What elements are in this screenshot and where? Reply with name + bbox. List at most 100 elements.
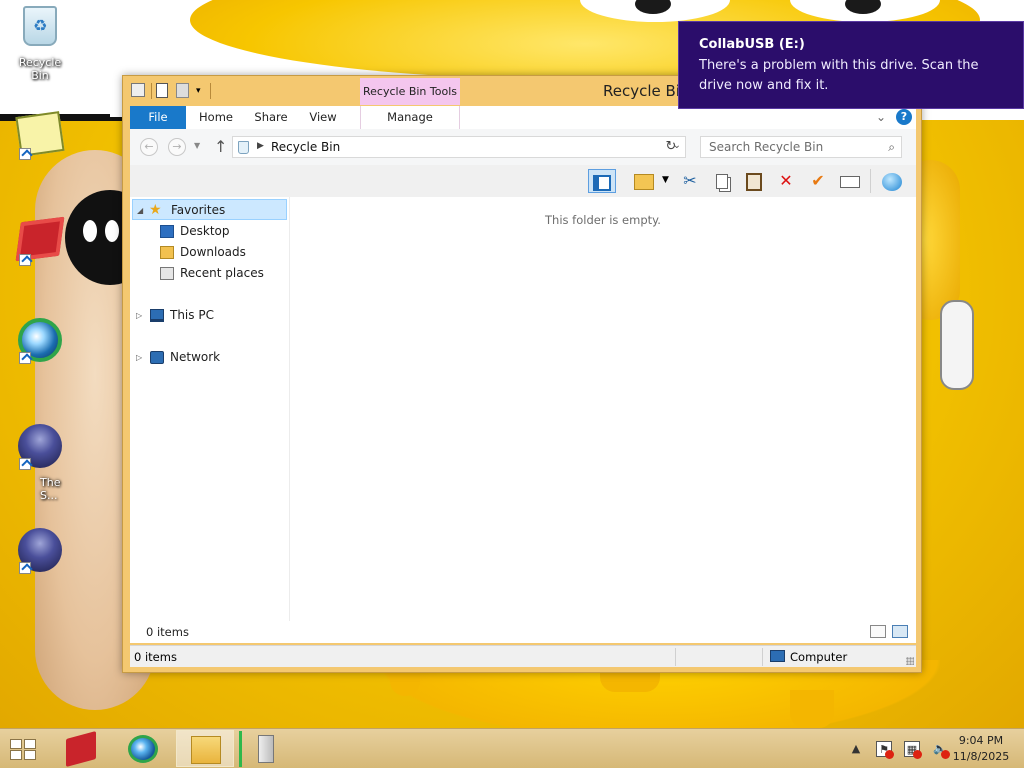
back-button[interactable]: ←: [140, 138, 158, 156]
tab-share[interactable]: Share: [248, 106, 294, 129]
notification-message: There's a problem with this drive. Scan …: [699, 58, 979, 93]
item-count: 0 items: [146, 625, 189, 639]
copy-icon: [716, 174, 728, 189]
desktop-folder-icon: [160, 225, 174, 238]
folder-checkbox-icon: [634, 173, 654, 190]
desktop-icon-game-1[interactable]: The S...: [10, 424, 70, 502]
desktop-icon-browser[interactable]: [10, 318, 70, 364]
shortcut-arrow-icon: [19, 148, 31, 160]
navigation-pane-button[interactable]: [588, 169, 616, 193]
recent-places-icon: [160, 267, 174, 280]
drive-notification[interactable]: CollabUSB (E:) There's a problem with th…: [678, 21, 1024, 109]
copy-button[interactable]: [708, 169, 736, 193]
taskbar-app-browser[interactable]: [114, 730, 172, 767]
empty-folder-message: This folder is empty.: [545, 213, 661, 227]
search-placeholder: Search Recycle Bin: [709, 140, 824, 154]
desktop-icon-notepad[interactable]: [10, 111, 70, 160]
search-icon: ⌕: [888, 140, 895, 154]
tab-file[interactable]: File: [130, 106, 186, 129]
properties-icon: [882, 172, 902, 191]
large-icons-view-icon[interactable]: [892, 625, 908, 638]
status-item-count: 0 items: [134, 650, 177, 664]
desktop-icon-game-2[interactable]: [10, 528, 70, 574]
downloads-folder-icon: [160, 246, 174, 259]
shortcut-arrow-icon: [19, 562, 31, 574]
delete-button[interactable]: ✕: [772, 169, 800, 193]
nav-item-network[interactable]: ▷ Network: [132, 347, 287, 368]
paste-button[interactable]: [740, 169, 768, 193]
expand-triangle-icon[interactable]: ▷: [136, 305, 142, 326]
nav-item-this-pc[interactable]: ▷ This PC: [132, 305, 287, 326]
globe-browser-icon: [128, 735, 158, 763]
shortcut-arrow-icon: [19, 352, 31, 364]
desktop-icon-recycle-bin[interactable]: Recycle Bin: [10, 6, 70, 82]
search-input[interactable]: Search Recycle Bin ⌕: [700, 136, 902, 158]
address-row: ← → ▼ ↑ ▶ Recycle Bin ⌄ ↻ Search Recycle…: [130, 129, 916, 165]
tab-view[interactable]: View: [304, 106, 342, 129]
star-icon: ★: [149, 202, 162, 218]
navigation-pane: ◢ ★ Favorites Desktop Downloads Recent p…: [130, 197, 290, 621]
properties-button[interactable]: [878, 169, 906, 193]
scissors-icon: ✂: [683, 171, 697, 190]
red-box-app-icon: [66, 730, 96, 768]
taskbar-app-usb-drive[interactable]: [238, 730, 296, 767]
quick-access-toolbar: ▾: [131, 83, 211, 99]
nav-label: Recent places: [180, 266, 264, 280]
network-icon: [150, 351, 164, 364]
rename-icon: [840, 175, 860, 188]
help-icon[interactable]: ?: [896, 109, 912, 125]
ribbon-tabs: File Home Share View Manage ⌄ ?: [130, 106, 916, 129]
action-center-flag-icon[interactable]: ⚑: [876, 741, 894, 759]
system-tray: ▲ ⚑ ▦ 🔈: [848, 729, 950, 768]
new-folder-icon[interactable]: [176, 83, 192, 99]
restore-button[interactable]: ✔: [804, 169, 832, 193]
nav-label: Downloads: [180, 245, 246, 259]
nav-item-desktop[interactable]: Desktop: [132, 221, 287, 242]
explorer-window: ▾ Recycle Bin Tools Recycle Bin File Hom…: [122, 75, 922, 673]
checkmark-icon: ✔: [811, 171, 825, 190]
clipboard-icon: [746, 172, 762, 191]
up-arrow-icon[interactable]: ↑: [214, 137, 227, 156]
properties-icon[interactable]: [156, 83, 172, 99]
breadcrumb-recycle-bin[interactable]: Recycle Bin: [271, 140, 340, 154]
collapse-triangle-icon[interactable]: ◢: [137, 200, 143, 221]
rename-button[interactable]: [836, 169, 864, 193]
tab-home[interactable]: Home: [194, 106, 238, 129]
clock[interactable]: 9:04 PM 11/8/2025: [946, 733, 1016, 765]
nav-item-downloads[interactable]: Downloads: [132, 242, 287, 263]
forward-button[interactable]: →: [168, 138, 186, 156]
usb-drive-icon: [258, 735, 274, 763]
system-menu-icon[interactable]: [131, 83, 147, 99]
desktop-icon-label: The S...: [40, 476, 61, 502]
desktop-icon-label: Recycle Bin: [18, 56, 62, 82]
nav-item-recent-places[interactable]: Recent places: [132, 263, 287, 284]
nav-label: This PC: [170, 308, 214, 322]
nav-item-favorites[interactable]: ◢ ★ Favorites: [132, 199, 287, 220]
recent-locations-chevron-icon[interactable]: ▼: [194, 141, 200, 150]
expand-ribbon-chevron-icon[interactable]: ⌄: [876, 110, 886, 124]
breadcrumb-chevron-icon[interactable]: ▶: [257, 141, 264, 151]
select-options-chevron-icon[interactable]: ▼: [662, 175, 669, 185]
contextual-tab-group: Recycle Bin Tools: [360, 78, 460, 105]
network-status-icon[interactable]: ▦: [904, 741, 922, 759]
nav-label: Desktop: [180, 224, 230, 238]
select-folder-button[interactable]: [630, 169, 658, 193]
customize-toolbar-chevron-icon[interactable]: ▾: [196, 86, 206, 96]
start-button[interactable]: [8, 737, 38, 761]
tab-manage[interactable]: Manage: [360, 106, 460, 129]
resize-grip-icon[interactable]: [906, 657, 914, 665]
desktop-icon-red-box-app[interactable]: [10, 214, 70, 266]
file-list-area[interactable]: This folder is empty.: [290, 197, 916, 621]
taskbar: ▲ ⚑ ▦ 🔈 9:04 PM 11/8/2025: [0, 728, 1024, 768]
taskbar-app-red-box[interactable]: [52, 730, 110, 768]
refresh-button[interactable]: ↻: [660, 137, 682, 157]
taskbar-app-file-explorer[interactable]: [176, 730, 234, 767]
show-hidden-icons-chevron-icon[interactable]: ▲: [848, 741, 864, 757]
notification-title: CollabUSB (E:): [699, 37, 805, 52]
expand-triangle-icon[interactable]: ▷: [136, 347, 142, 368]
cut-button[interactable]: ✂: [676, 169, 704, 193]
file-explorer-icon: [191, 736, 221, 764]
details-view-icon[interactable]: [870, 625, 886, 638]
address-bar[interactable]: ▶ Recycle Bin ⌄: [232, 136, 686, 158]
recycle-bin-icon: [238, 141, 249, 154]
